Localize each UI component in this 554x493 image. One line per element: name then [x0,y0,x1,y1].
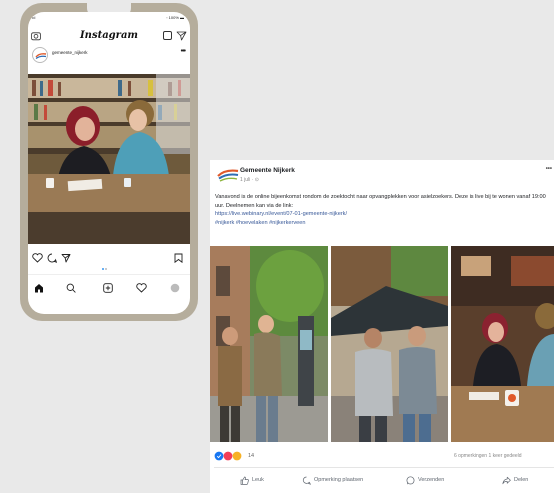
send-label: Verzenden [418,477,445,483]
like-label: Leuk [252,477,264,483]
share-label: Delen [514,477,529,483]
share-icon[interactable] [61,253,71,263]
home-icon[interactable] [34,280,44,298]
post-text: Vanavond is de online bijeenkomst rondom… [215,194,546,209]
activity-heart-icon[interactable] [136,280,147,298]
divider [214,467,554,468]
share-button[interactable]: Delen [502,473,528,487]
carousel-dot [105,268,107,270]
post-header: gemeente_nijkerk ••• [28,45,190,67]
post-photo [28,74,190,244]
divider [28,274,190,275]
photo-2[interactable] [331,246,448,442]
search-icon[interactable] [66,280,76,298]
bottom-navigation [28,278,190,294]
post-more-icon[interactable]: ••• [181,48,186,55]
engagement-stats[interactable]: 6 opmerkingen 1 keer gedeeld [454,453,522,459]
post-username[interactable]: gemeente_nijkerk [52,50,88,55]
comment-label: Opmerking plaatsen [314,477,364,483]
direct-message-icon[interactable] [176,30,187,41]
street-photo-image [210,246,328,442]
municipality-logo-icon [35,53,47,59]
photo-1[interactable] [210,246,328,442]
webinar-link[interactable]: https://live.webinary.nl/event/07-01-gem… [215,210,550,219]
bookmark-icon[interactable] [174,253,183,263]
library-photo-image [28,74,190,244]
post-date[interactable]: 1 juli · ⊙ [240,177,259,183]
battery-indicator: ◦ 100% ▬ [166,15,184,20]
stage: •ıl ◦ 100% ▬ Instagram gemeente_nijkerk … [0,0,554,493]
post-options-icon[interactable]: ••• [546,166,552,172]
terrace-photo-image [331,246,448,442]
page-logo-icon[interactable] [216,166,242,184]
carousel-indicator [102,257,116,270]
signal-indicator: •ıl [32,15,36,20]
post-action-bar: Leuk Opmerking plaatsen Verzenden Delen [210,473,554,487]
post-actions [28,252,190,270]
page-name-link[interactable]: Gemeente Nijkerk [240,167,295,174]
new-post-icon[interactable] [103,280,113,298]
thumbs-up-icon [240,476,249,485]
igtv-icon[interactable] [163,31,172,40]
hashtags[interactable]: #nijkerk #hoevelaken #nijkerkerveen [215,219,550,228]
profile-icon[interactable] [170,280,180,298]
comment-bubble-icon [302,476,311,485]
whatsapp-icon [406,475,415,484]
reactions-bar: 14 6 opmerkingen 1 keer gedeeld [214,450,554,462]
reaction-count[interactable]: 14 [248,453,254,459]
phone-mockup: •ıl ◦ 100% ▬ Instagram gemeente_nijkerk … [20,3,198,321]
carousel-dot-active [102,268,104,270]
profile-avatar[interactable] [32,47,48,63]
like-button[interactable]: Leuk [240,473,264,487]
cafe-photo-image [451,246,554,442]
share-arrow-icon [502,476,511,484]
reaction-icons[interactable] [214,451,244,461]
heart-icon[interactable] [32,253,43,263]
photo-grid [210,246,554,442]
status-bar: •ıl ◦ 100% ▬ [28,12,190,22]
comment-button[interactable]: Opmerking plaatsen [302,473,363,487]
comment-icon[interactable] [47,253,57,263]
facebook-post: Gemeente Nijkerk 1 juli · ⊙ ••• Vanavond… [210,160,554,493]
send-button[interactable]: Verzenden [406,473,444,487]
photo-3[interactable] [451,246,554,442]
instagram-header: Instagram [28,24,190,44]
instagram-screen: •ıl ◦ 100% ▬ Instagram gemeente_nijkerk … [28,12,190,314]
post-body: Vanavond is de online bijeenkomst rondom… [215,193,550,227]
